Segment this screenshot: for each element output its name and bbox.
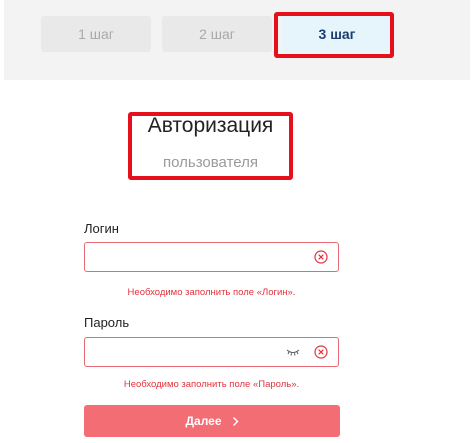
password-error: Необходимо заполнить поле «Пароль».	[123, 379, 300, 390]
login-input[interactable]	[84, 242, 339, 272]
clear-icon[interactable]	[314, 250, 328, 264]
password-input[interactable]	[84, 337, 339, 367]
step-2[interactable]: 2 шаг	[162, 16, 272, 52]
page-subtitle: пользователя	[163, 154, 258, 171]
next-button-label: Далее	[185, 414, 222, 428]
login-label: Логин	[84, 221, 119, 236]
login-error: Необходимо заполнить поле «Логин».	[127, 287, 296, 298]
next-button[interactable]: Далее	[84, 405, 340, 437]
step-3-active[interactable]: 3 шаг	[282, 16, 392, 52]
password-label: Пароль	[84, 315, 130, 330]
clear-icon[interactable]	[314, 345, 328, 359]
page-title: Авторизация	[147, 114, 274, 137]
steps-bar: 1 шаг 2 шаг 3 шаг	[4, 0, 470, 80]
step-1[interactable]: 1 шаг	[41, 16, 151, 52]
eye-closed-icon[interactable]	[286, 347, 300, 357]
chevron-right-icon	[232, 416, 239, 426]
